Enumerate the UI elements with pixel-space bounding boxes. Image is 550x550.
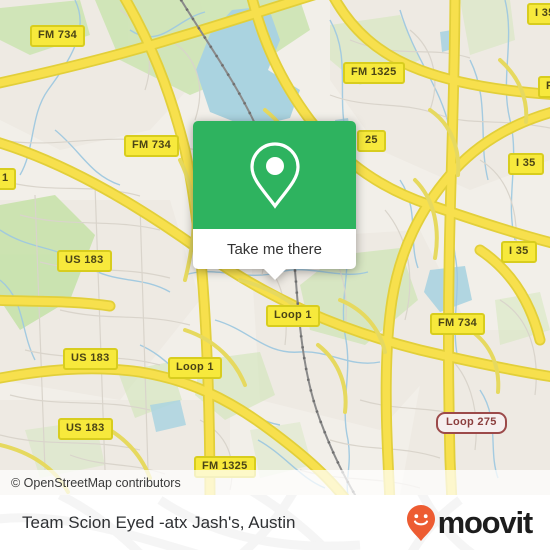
road-shield-loop-1-2[interactable]: Loop 1 (168, 357, 222, 379)
map-canvas[interactable]: FM 734 FM 1325 I 35 FM FM 734 25 I 35 1 … (0, 0, 550, 495)
road-shield-loop-275[interactable]: Loop 275 (436, 412, 507, 434)
moovit-wordmark: moovit (437, 505, 534, 540)
road-shield-fm[interactable]: FM (538, 76, 550, 98)
take-me-there-button[interactable]: Take me there (193, 229, 356, 269)
road-shield-fm-1325-clipped[interactable]: 25 (357, 130, 386, 152)
map-attribution: © OpenStreetMap contributors (0, 470, 550, 495)
callout-pointer (263, 269, 286, 280)
road-shield-i-35-3[interactable]: I 35 (501, 241, 537, 263)
road-shield-i-35-2[interactable]: I 35 (508, 153, 544, 175)
road-shield-left-clipped[interactable]: 1 (0, 168, 17, 190)
moovit-map-screen: FM 734 FM 1325 I 35 FM FM 734 25 I 35 1 … (0, 0, 550, 550)
road-shield-us-183-3[interactable]: US 183 (58, 418, 113, 440)
road-shield-loop-1[interactable]: Loop 1 (266, 305, 320, 327)
take-me-there-label: Take me there (226, 240, 323, 258)
road-shield-fm-1325[interactable]: FM 1325 (343, 62, 405, 84)
moovit-pin-smiley-icon (406, 504, 435, 541)
place-title: Team Scion Eyed -atx Jash's, Austin (22, 512, 296, 532)
road-shield-fm-734[interactable]: FM 734 (30, 25, 86, 47)
attribution-text: © OpenStreetMap contributors (11, 475, 181, 490)
road-shield-us-183[interactable]: US 183 (57, 250, 112, 272)
location-callout-card[interactable]: Take me there (193, 121, 356, 280)
road-shield-i-35[interactable]: I 35 (527, 3, 550, 25)
road-shield-fm-734-2[interactable]: FM 734 (124, 135, 180, 157)
road-shield-fm-734-3[interactable]: FM 734 (430, 313, 486, 335)
road-shield-us-183-2[interactable]: US 183 (63, 348, 118, 370)
moovit-logo[interactable]: moovit (406, 495, 534, 550)
map-pin-icon (249, 142, 300, 209)
callout-pin-area (193, 121, 356, 229)
footer-bar: Team Scion Eyed -atx Jash's, Austin moov… (0, 495, 550, 550)
